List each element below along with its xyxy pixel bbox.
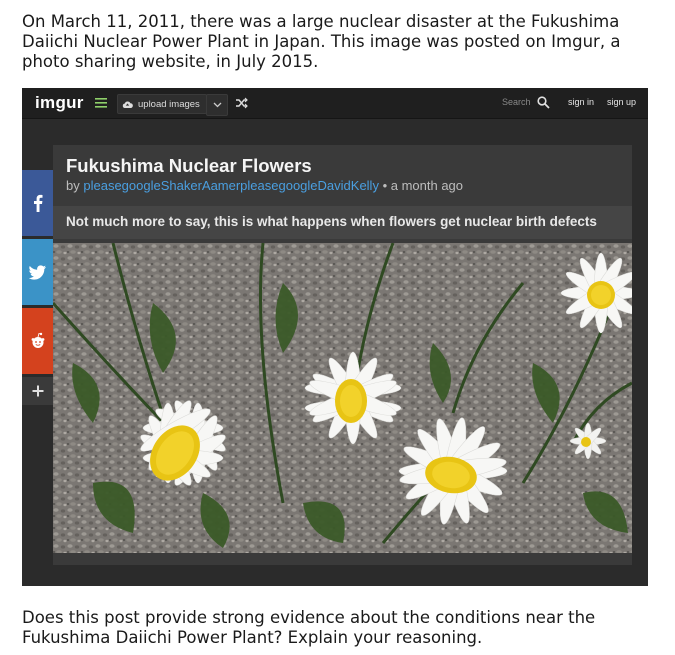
post-card: Fukushima Nuclear Flowers by pleasegoogl… — [53, 145, 632, 565]
post-image-daisies[interactable] — [53, 243, 632, 553]
sign-in-link[interactable]: sign in — [568, 97, 594, 107]
share-twitter-button[interactable] — [22, 239, 53, 305]
post-time: • a month ago — [382, 178, 464, 193]
cloud-upload-icon — [122, 101, 133, 108]
daisy-small-right — [569, 422, 607, 460]
post-description: Not much more to say, this is what happe… — [66, 214, 597, 229]
question-paragraph: Does this post provide strong evidence a… — [22, 608, 596, 647]
upload-images-label: upload images — [138, 98, 200, 110]
facebook-icon — [33, 194, 42, 212]
chevron-down-icon — [213, 102, 221, 108]
sign-up-link[interactable]: sign up — [607, 97, 636, 107]
twitter-icon — [28, 264, 46, 280]
share-facebook-button[interactable] — [22, 170, 53, 236]
byline-prefix: by — [66, 178, 80, 193]
imgur-logo[interactable]: imgur — [35, 93, 84, 113]
search-label[interactable]: Search — [502, 97, 531, 107]
imgur-topbar: imgur upload images Search sign in sign … — [22, 88, 648, 119]
intro-paragraph: On March 11, 2011, there was a large nuc… — [22, 12, 621, 71]
random-shuffle-icon[interactable] — [235, 97, 248, 109]
post-byline: by pleasegoogleShakerAamerpleasegoogleDa… — [66, 178, 463, 193]
upload-images-button[interactable]: upload images — [117, 94, 207, 114]
plus-icon — [32, 385, 43, 397]
menu-icon[interactable] — [95, 98, 107, 108]
share-reddit-button[interactable] — [22, 308, 53, 374]
share-more-button[interactable] — [22, 377, 53, 405]
search-icon[interactable] — [537, 96, 550, 109]
imgur-screenshot: imgur upload images Search sign in sign … — [22, 88, 648, 586]
upload-dropdown-button[interactable] — [206, 94, 228, 116]
post-description-box: Not much more to say, this is what happe… — [53, 206, 632, 239]
author-link[interactable]: pleasegoogleShakerAamerpleasegoogleDavid… — [83, 178, 379, 193]
reddit-icon — [31, 332, 44, 348]
post-title: Fukushima Nuclear Flowers — [66, 155, 312, 176]
